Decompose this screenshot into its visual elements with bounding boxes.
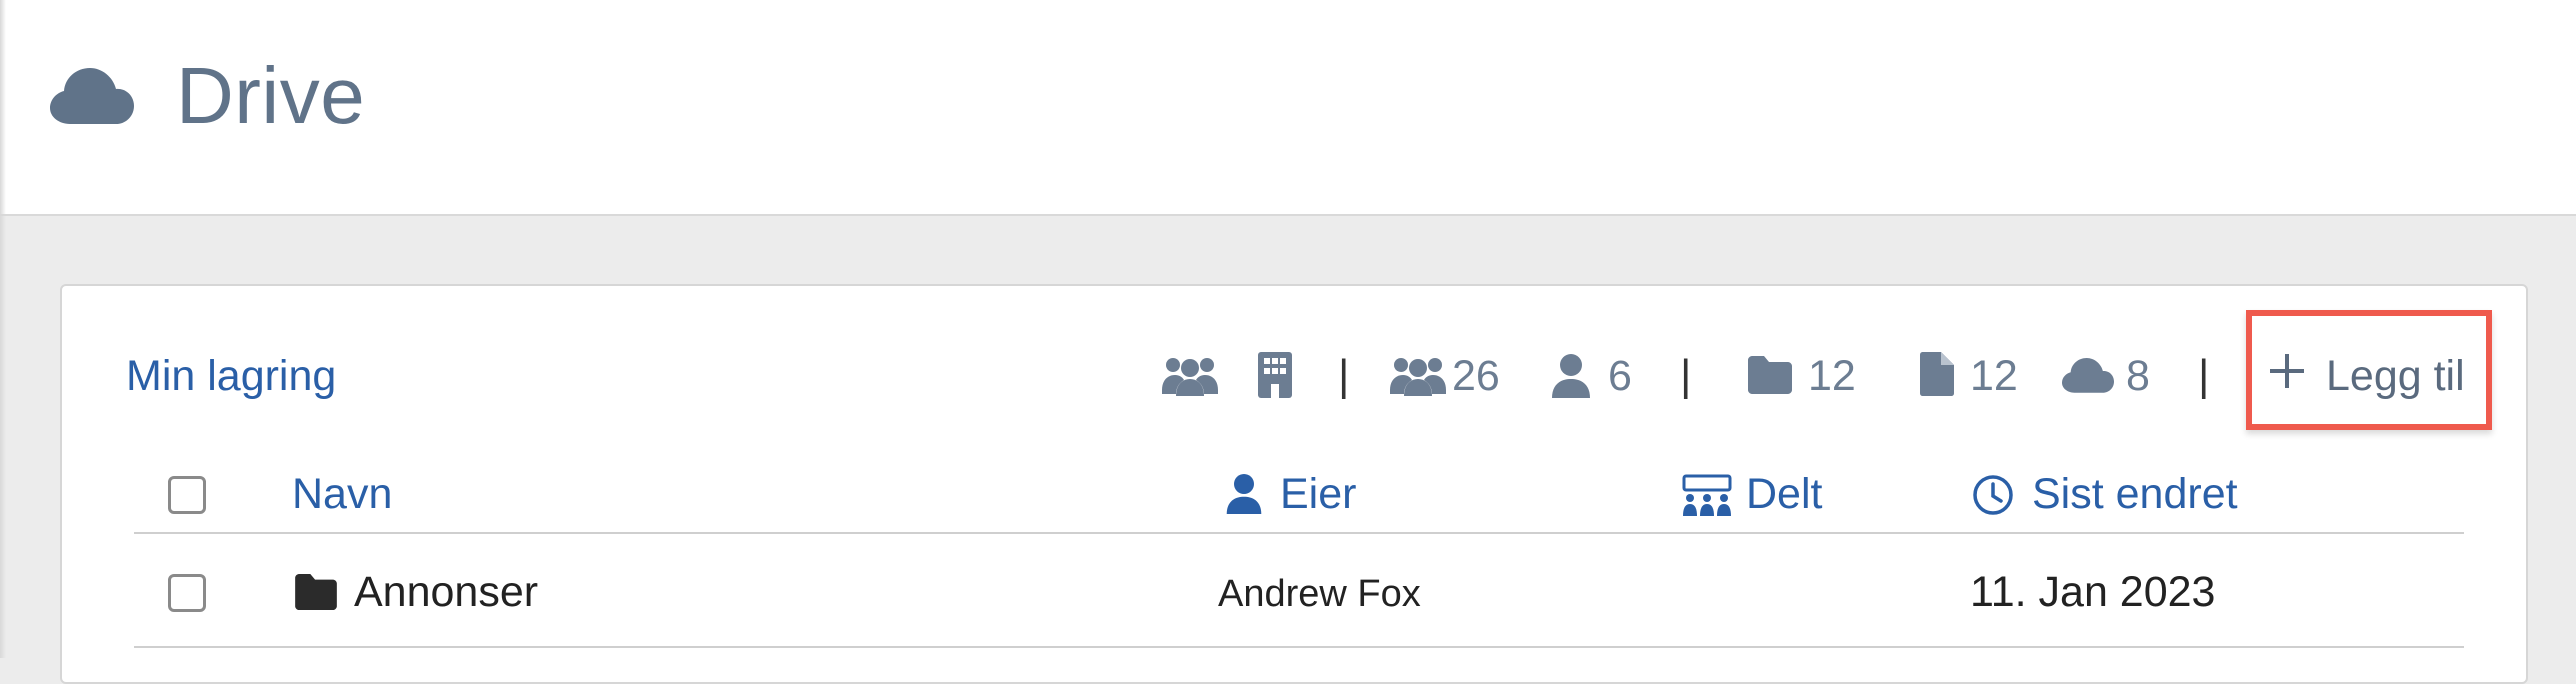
file-count[interactable]: 12 <box>1970 350 2018 402</box>
column-owner-header[interactable]: Eier <box>1280 468 1356 520</box>
row-name[interactable]: Annonser <box>354 566 538 618</box>
select-all-checkbox[interactable] <box>168 476 206 514</box>
app-title: Drive <box>176 51 366 140</box>
app-header <box>0 0 2576 216</box>
column-name-header[interactable]: Navn <box>292 468 392 520</box>
folder-count[interactable]: 12 <box>1808 350 1856 402</box>
add-button-label: Legg til <box>2326 352 2465 400</box>
column-shared-header[interactable]: Delt <box>1746 468 1822 520</box>
row-checkbox[interactable] <box>168 574 206 612</box>
folder-icon <box>295 574 337 610</box>
row-modified: 11. Jan 2023 <box>1970 568 2216 616</box>
owner-user-icon <box>1226 474 1262 514</box>
storage-title[interactable]: Min lagring <box>126 350 336 402</box>
clock-icon <box>1973 475 2013 515</box>
cloud-filter-icon[interactable] <box>2062 358 2114 394</box>
plus-icon <box>2270 354 2304 388</box>
users-icon[interactable] <box>1162 356 1218 396</box>
shared-users-count[interactable]: 26 <box>1452 350 1500 402</box>
filter-separator: | <box>1680 351 1692 400</box>
file-icon[interactable] <box>1920 352 1954 396</box>
row-divider <box>134 646 2464 648</box>
header-divider <box>134 532 2464 534</box>
left-edge-shade <box>0 0 6 658</box>
users-shared-icon[interactable] <box>1390 356 1446 396</box>
single-user-count[interactable]: 6 <box>1608 350 1632 402</box>
building-icon[interactable] <box>1258 352 1292 398</box>
filter-separator: | <box>2198 351 2210 400</box>
cloud-count[interactable]: 8 <box>2126 350 2150 402</box>
row-owner: Andrew Fox <box>1218 573 1421 615</box>
shared-presentation-icon <box>1682 474 1732 516</box>
filter-separator: | <box>1338 351 1350 400</box>
cloud-icon <box>50 68 134 124</box>
column-modified-header[interactable]: Sist endret <box>2032 468 2238 520</box>
folder-icon[interactable] <box>1748 356 1792 394</box>
user-icon[interactable] <box>1552 354 1590 398</box>
